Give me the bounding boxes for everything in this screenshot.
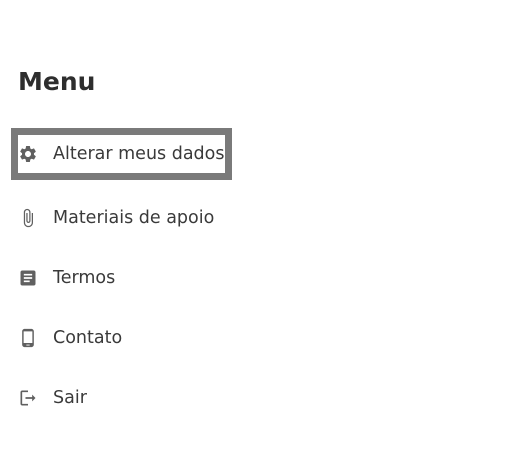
logout-icon [18,388,38,408]
menu-panel: Menu Alterar meus dados Materiais de apo… [0,0,525,449]
paperclip-icon [18,208,38,228]
menu-item-label: Termos [53,268,116,288]
menu-item-label: Alterar meus dados [53,144,225,164]
menu-item-alterar-meus-dados[interactable]: Alterar meus dados [11,128,232,180]
menu-item-label: Materiais de apoio [53,208,215,228]
gear-icon [18,144,38,164]
menu-title: Menu [18,67,96,96]
menu-item-materiais-de-apoio[interactable]: Materiais de apoio [12,192,214,244]
menu-item-sair[interactable]: Sair [12,372,87,424]
menu-item-label: Contato [53,328,123,348]
menu-item-contato[interactable]: Contato [12,312,122,364]
menu-item-termos[interactable]: Termos [12,252,115,304]
document-icon [18,268,38,288]
menu-item-label: Sair [53,388,87,408]
mobile-phone-icon [18,328,38,348]
